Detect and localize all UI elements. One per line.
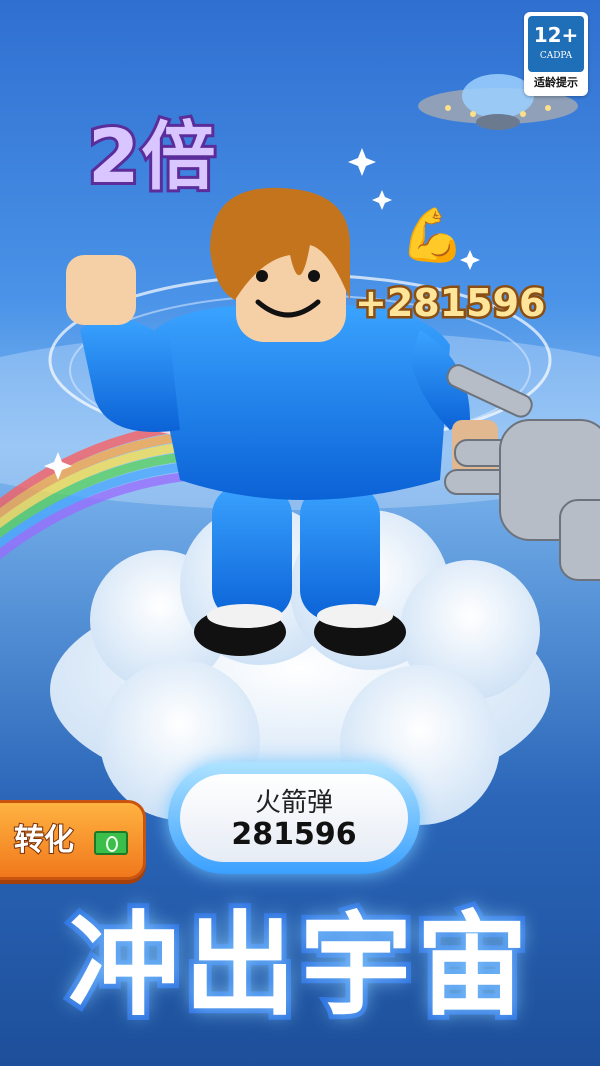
cash-icon [94,831,128,855]
muscle-icon: 💪 [400,206,465,266]
counter-pill: 火箭弹 281596 [180,774,408,862]
game-scene: 12+ CADPA 适龄提示 2倍 💪 +281596 火箭弹 281596 转… [0,0,600,1066]
age-rating-box: 12+ CADPA [528,16,584,72]
gain-text: +281596 [352,281,547,325]
rocket-counter: 火箭弹 281596 [168,762,420,874]
rating-org: CADPA [539,51,573,61]
rating-tip: 适龄提示 [534,76,578,89]
counter-label: 火箭弹 [254,788,333,818]
game-title: 冲出宇宙 [63,896,533,1036]
counter-value: 281596 [231,817,357,852]
convert-button[interactable]: 转化 [0,800,146,880]
convert-label: 转化 [13,822,75,859]
age-rating-badge: 12+ CADPA 适龄提示 [524,12,588,96]
multiplier-text: 2倍 [85,114,218,200]
age-rating-value: 12+ [533,23,579,47]
